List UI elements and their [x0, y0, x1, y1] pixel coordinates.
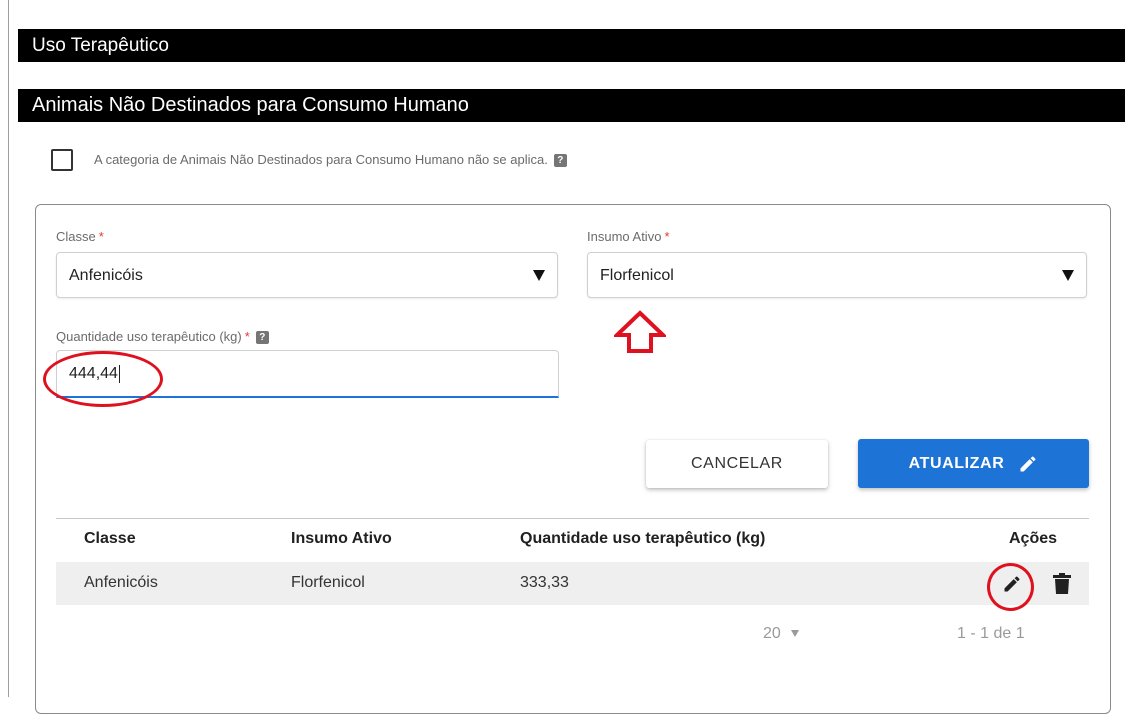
help-icon[interactable]: ? — [255, 331, 269, 345]
table-header-acoes: Ações — [1009, 530, 1058, 547]
left-border — [8, 0, 9, 697]
update-button-label: ATUALIZAR — [908, 454, 1005, 472]
chevron-down-icon — [790, 630, 799, 638]
cancel-button-label: CANCELAR — [691, 455, 783, 472]
not-applicable-text: A categoria de Animais Não Destinados pa… — [94, 152, 548, 167]
active-ingredient-select[interactable]: Florfenicol — [587, 252, 1087, 298]
quantity-label: Quantidade uso terapêutico (kg) *? — [56, 329, 269, 345]
dropdown-arrow-icon — [533, 270, 545, 281]
cell-quantidade: 333,33 — [520, 574, 569, 591]
cancel-button[interactable]: CANCELAR — [646, 440, 828, 488]
cell-insumo-ativo: Florfenicol — [291, 574, 365, 591]
pagination-info: 1 - 1 de 1 — [957, 625, 1025, 642]
not-applicable-label: A categoria de Animais Não Destinados pa… — [94, 152, 567, 168]
class-select[interactable]: Anfenicóis — [56, 252, 558, 298]
annotation-arrow-up-icon — [614, 310, 666, 353]
help-icon[interactable]: ? — [553, 154, 567, 168]
required-mark: * — [664, 229, 670, 244]
section-header-therapeutic-use: Uso Terapêutico — [18, 29, 1125, 62]
class-label-text: Classe — [56, 229, 96, 244]
class-label: Classe * — [56, 229, 104, 244]
table-row — [56, 562, 1089, 605]
page-size-select[interactable]: 20 — [763, 625, 799, 643]
quantity-label-text: Quantidade uso terapêutico (kg) — [56, 329, 242, 344]
cell-classe: Anfenicóis — [84, 574, 158, 591]
section-header-non-food-animals: Animais Não Destinados para Consumo Huma… — [18, 89, 1125, 122]
required-mark: * — [244, 329, 250, 344]
active-ingredient-label: Insumo Ativo * — [587, 229, 670, 244]
update-button[interactable]: ATUALIZAR — [858, 439, 1089, 488]
table-header-quantidade: Quantidade uso terapêutico (kg) — [520, 530, 766, 547]
class-select-value: Anfenicóis — [69, 267, 143, 284]
delete-row-trash-icon[interactable] — [1053, 573, 1071, 595]
dropdown-arrow-icon — [1062, 270, 1074, 281]
not-applicable-checkbox[interactable] — [51, 149, 73, 171]
table-header-insumo-ativo: Insumo Ativo — [291, 530, 392, 547]
required-mark: * — [98, 229, 104, 244]
annotation-circle-quantity — [43, 351, 163, 407]
active-ingredient-label-text: Insumo Ativo — [587, 229, 662, 244]
active-ingredient-select-value: Florfenicol — [600, 267, 674, 284]
page-size-value: 20 — [763, 625, 781, 642]
table-top-divider — [56, 518, 1089, 519]
table-header-classe: Classe — [84, 530, 136, 547]
annotation-circle-edit — [987, 563, 1034, 611]
pencil-icon — [1020, 455, 1036, 471]
